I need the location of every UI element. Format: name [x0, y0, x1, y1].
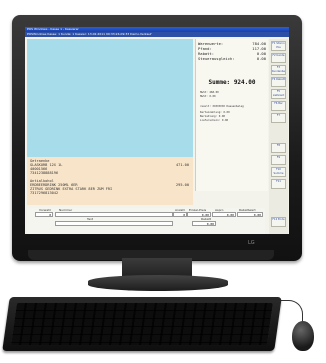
receipt-lines[interactable]: Getraenke GLASKORB 12X 1L 471.00 4000156…: [27, 157, 193, 205]
function-key-f10[interactable]: F10 Summe: [271, 167, 286, 177]
function-key-bar: F1 Storno Pos F2 Kunde F3 Kundenbez. F4 …: [269, 39, 288, 234]
function-key-f9[interactable]: F9: [271, 155, 286, 165]
function-key-f4[interactable]: F4 Rabatt: [271, 77, 286, 87]
info-row: Barzahlung: 0.00: [200, 115, 225, 118]
function-key-f3[interactable]: F3 Kundenbez.: [271, 65, 286, 75]
pos-screen: POS Windows - Kasse 1 - Kassierer POSWin…: [25, 27, 289, 234]
text-field[interactable]: [55, 221, 173, 226]
nummer-field[interactable]: [55, 212, 173, 217]
line-price: 471.00: [176, 163, 189, 167]
anzahl-field[interactable]: 0: [173, 212, 187, 217]
summary-panel: Warenwerte: 784.00 Pfand: 117.00 Rabatt: 0.…: [195, 39, 268, 191]
article-list-pane[interactable]: [27, 39, 193, 157]
function-key-f11[interactable]: F11: [271, 179, 286, 189]
window-menubar[interactable]: POSWindows Kasse: 1 Kunde: 1 Kassier: 13…: [25, 32, 289, 37]
function-key-f2[interactable]: F2 Kunde: [271, 53, 286, 63]
extra-field[interactable]: 0.00: [192, 221, 216, 226]
function-key-f7[interactable]: F7: [271, 113, 286, 123]
entry-area: Vorwahl Nummer Anzahl Einzel-Preis Aspro…: [27, 208, 265, 234]
tax-row: MwSt: 468.00: [200, 91, 219, 94]
info-row: Kartenzahlung: 0.00: [200, 111, 230, 114]
list-item: 7317296813042: [30, 191, 59, 195]
function-key-f6[interactable]: F6 Bar: [271, 101, 286, 111]
vorwahl-field[interactable]: 0: [35, 212, 53, 217]
summary-total: Summe: 924.00: [208, 79, 256, 86]
function-key-f1[interactable]: F1 Storno Pos: [271, 41, 286, 51]
line-price: 295.00: [176, 183, 189, 187]
info-row: result: XXXXXXXX Kassenbeleg: [200, 105, 244, 108]
monitor-brand: LG: [248, 240, 255, 246]
function-key-f12[interactable]: F12 Ende: [271, 217, 286, 227]
mouse-icon: [292, 321, 314, 351]
tax-row: MwSt: 0.00: [200, 95, 216, 98]
function-key-f8[interactable]: F8: [271, 143, 286, 153]
aspro-field[interactable]: 0.00: [212, 212, 236, 217]
list-item: 7341238888196: [30, 171, 59, 175]
keyboard-keys: [11, 303, 273, 345]
monitor-stand: [88, 275, 228, 291]
info-row: Lieferschein: 0.00: [200, 119, 229, 122]
function-key-f5[interactable]: F5 Lieferant: [271, 89, 286, 99]
rabatt-field[interactable]: 0.00: [237, 212, 263, 217]
keyboard: [2, 297, 282, 351]
